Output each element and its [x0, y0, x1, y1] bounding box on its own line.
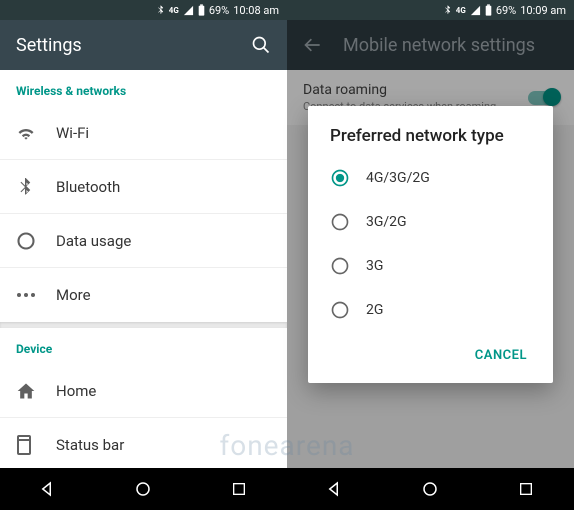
nav-bar-right [287, 468, 574, 510]
status-bar-left: 4G 69% 10:08 am [0, 0, 287, 20]
clock: 10:09 am [520, 4, 566, 17]
radio-3g2g[interactable]: 3G/2G [308, 200, 553, 244]
nav-home[interactable] [118, 468, 168, 510]
nav-back[interactable] [23, 468, 73, 510]
radio-unselected-icon [330, 256, 350, 276]
bluetooth-item[interactable]: Bluetooth [0, 160, 287, 214]
more-item[interactable]: More [0, 268, 287, 322]
more-icon [16, 292, 56, 298]
mobile-network-screen: 4G 69% 10:09 am Mobile network settings … [287, 0, 574, 510]
statusbar-icon [16, 435, 56, 455]
home-icon [16, 381, 56, 401]
clock: 10:08 am [233, 4, 279, 17]
statusbar-label: Status bar [56, 436, 124, 454]
more-label: More [56, 286, 91, 304]
bluetooth-icon [16, 177, 56, 197]
page-title: Settings [16, 35, 251, 56]
section-wireless: Wireless & networks [0, 70, 287, 106]
settings-content: Wireless & networks Wi-Fi Bluetooth Data… [0, 70, 287, 468]
wifi-item[interactable]: Wi-Fi [0, 106, 287, 160]
nav-recent[interactable] [501, 468, 551, 510]
battery-percent: 69% [209, 4, 229, 17]
signal-icon: 4G [169, 6, 179, 15]
radio-label: 3G [366, 258, 383, 274]
bluetooth-label: Bluetooth [56, 178, 120, 196]
nav-back[interactable] [310, 468, 360, 510]
app-bar: Settings [0, 20, 287, 70]
settings-screen: 4G 69% 10:08 am Settings Wireless & netw… [0, 0, 287, 510]
nav-bar-left [0, 468, 287, 510]
nav-home[interactable] [405, 468, 455, 510]
cancel-button[interactable]: CANCEL [465, 340, 537, 371]
cell-signal-icon [470, 5, 481, 16]
radio-unselected-icon [330, 300, 350, 320]
nav-recent[interactable] [214, 468, 264, 510]
radio-4g3g2g[interactable]: 4G/3G/2G [308, 156, 553, 200]
section-device: Device [0, 328, 287, 364]
data-usage-label: Data usage [56, 232, 131, 250]
data-usage-item[interactable]: Data usage [0, 214, 287, 268]
status-bar-right: 4G 69% 10:09 am [287, 0, 574, 20]
bluetooth-status-icon [156, 4, 165, 16]
statusbar-item[interactable]: Status bar [0, 418, 287, 468]
radio-3g[interactable]: 3G [308, 244, 553, 288]
home-label: Home [56, 382, 96, 400]
bluetooth-status-icon [443, 4, 452, 16]
dialog-title: Preferred network type [308, 126, 553, 156]
radio-2g[interactable]: 2G [308, 288, 553, 332]
signal-icon: 4G [456, 6, 466, 15]
radio-selected-icon [330, 168, 350, 188]
battery-icon [198, 4, 205, 16]
home-item[interactable]: Home [0, 364, 287, 418]
search-icon[interactable] [251, 35, 271, 55]
radio-label: 2G [366, 302, 383, 318]
cell-signal-icon [183, 5, 194, 16]
battery-icon [485, 4, 492, 16]
radio-unselected-icon [330, 212, 350, 232]
wifi-label: Wi-Fi [56, 124, 89, 142]
radio-label: 4G/3G/2G [366, 170, 430, 186]
radio-label: 3G/2G [366, 214, 407, 230]
wifi-icon [16, 123, 56, 143]
network-type-dialog: Preferred network type 4G/3G/2G 3G/2G 3G… [308, 106, 553, 383]
battery-percent: 69% [496, 4, 516, 17]
data-usage-icon [16, 231, 56, 251]
